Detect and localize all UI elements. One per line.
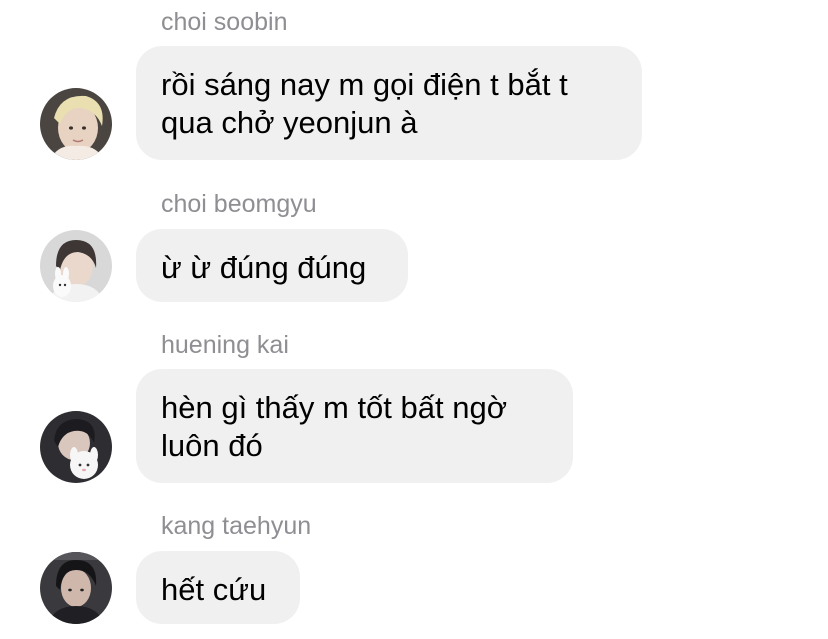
avatar[interactable] [40, 230, 112, 302]
message-text: hèn gì thấy m tốt bất ngờ [161, 390, 508, 425]
message-text: hết cứu [161, 572, 267, 607]
sender-name: huening kai [161, 331, 289, 359]
message-text: ừ ừ đúng đúng [161, 250, 367, 285]
avatar-photo-icon [40, 88, 112, 160]
avatar-photo-icon [40, 230, 112, 302]
message-bubble[interactable]: rồi sáng nay m gọi điện t bắt t qua chở … [136, 46, 642, 160]
message-text: rồi sáng nay m gọi điện t bắt t [161, 67, 568, 102]
sender-name: choi beomgyu [161, 190, 317, 218]
sender-name: choi soobin [161, 8, 288, 36]
message-bubble[interactable]: hèn gì thấy m tốt bất ngờ luôn đó [136, 369, 573, 483]
avatar-photo-icon [40, 411, 112, 483]
avatar[interactable] [40, 411, 112, 483]
avatar[interactable] [40, 552, 112, 624]
avatar[interactable] [40, 88, 112, 160]
message-bubble[interactable]: hết cứu [136, 551, 300, 624]
message-text: qua chở yeonjun à [161, 105, 418, 140]
sender-name: kang taehyun [161, 512, 312, 540]
message-text: luôn đó [161, 428, 263, 463]
avatar-photo-icon [40, 552, 112, 624]
message-bubble[interactable]: ừ ừ đúng đúng [136, 229, 408, 302]
